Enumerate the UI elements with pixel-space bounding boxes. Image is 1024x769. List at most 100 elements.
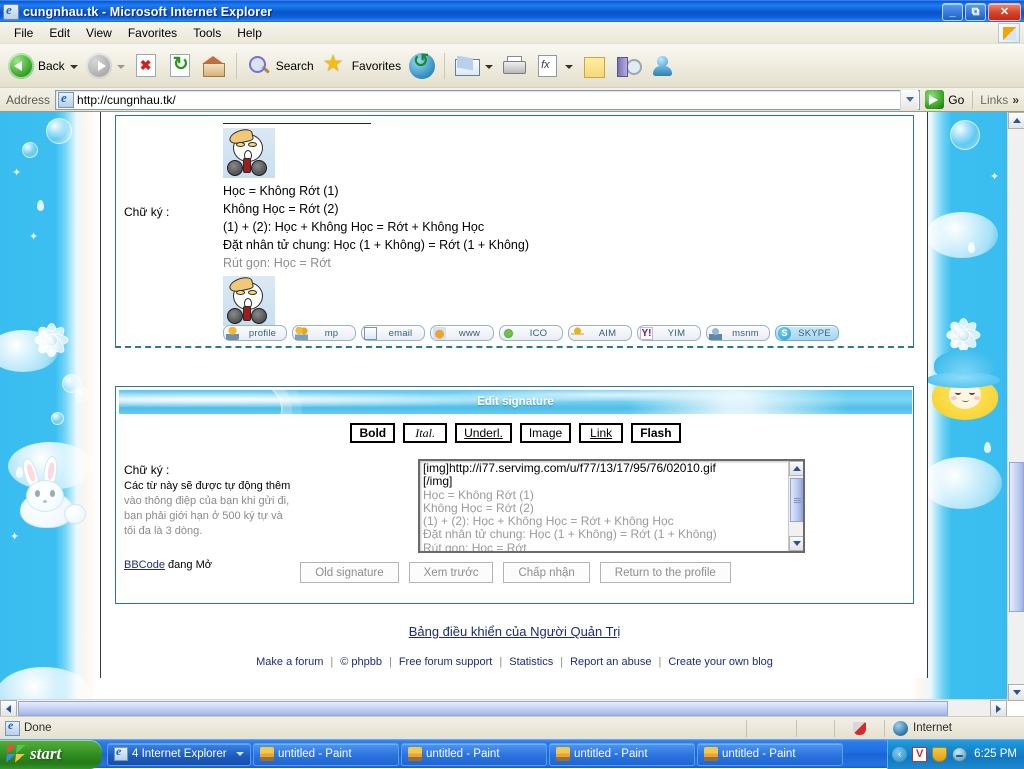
taskbar-item-paint-1[interactable]: untitled - Paint xyxy=(253,742,399,766)
yim-button[interactable]: YIM xyxy=(637,325,701,341)
email-button[interactable]: email xyxy=(361,325,425,341)
italic-button[interactable]: Ital. xyxy=(403,423,448,443)
private-message-button[interactable]: mp xyxy=(292,325,356,341)
address-input[interactable]: http://cungnhau.tk/ xyxy=(55,89,921,110)
scroll-up-button[interactable] xyxy=(1008,112,1024,129)
tray-expand-icon[interactable]: ‹ xyxy=(892,746,908,762)
back-dropdown-icon[interactable] xyxy=(69,65,78,69)
icq-button[interactable]: ICO xyxy=(499,325,563,341)
links-chevron-icon[interactable]: » xyxy=(1012,93,1024,107)
chevron-down-icon[interactable] xyxy=(236,752,244,756)
mail-icon xyxy=(454,53,481,79)
window-controls: _ ⧉ ✕ xyxy=(942,3,1021,21)
print-button[interactable] xyxy=(497,47,531,85)
favorites-button[interactable]: Favorites xyxy=(318,47,405,85)
taskbar-item-internet-explorer[interactable]: 4 Internet Explorer xyxy=(107,742,251,766)
start-button[interactable]: start xyxy=(0,739,102,769)
footer-separator: | xyxy=(388,656,392,668)
menu-item-help[interactable]: Help xyxy=(229,24,270,42)
menu-item-tools[interactable]: Tools xyxy=(185,24,229,42)
taskbar-item-paint-2[interactable]: untitled - Paint xyxy=(401,742,547,766)
mail-dropdown-icon[interactable] xyxy=(485,65,494,69)
search-button[interactable]: Search xyxy=(242,47,318,85)
bold-button[interactable]: Bold xyxy=(350,423,396,443)
stop-button[interactable] xyxy=(129,47,163,85)
submit-button[interactable]: Chấp nhận xyxy=(503,562,590,583)
scroll-left-button[interactable] xyxy=(0,700,17,716)
footer-link-make-a-forum[interactable]: Make a forum xyxy=(256,656,323,668)
aim-button[interactable]: AIM xyxy=(568,325,632,341)
horizontal-scrollbar[interactable] xyxy=(0,699,1007,716)
preview-button[interactable]: Xem trước xyxy=(408,562,494,583)
messenger-button[interactable] xyxy=(645,47,679,85)
security-shield-icon[interactable] xyxy=(932,746,948,762)
footer-link-free-forum-support[interactable]: Free forum support xyxy=(399,656,493,668)
skype-button[interactable]: SKYPE xyxy=(775,325,839,341)
admin-panel-link[interactable]: Bảng điều khiển của Người Quản Trị xyxy=(115,624,914,639)
bubble-decoration xyxy=(75,388,89,402)
address-dropdown-button[interactable] xyxy=(900,89,919,110)
www-label: www xyxy=(458,327,481,339)
history-button[interactable] xyxy=(405,47,439,85)
footer-link-create-your-own-blog[interactable]: Create your own blog xyxy=(668,656,773,668)
minimize-button[interactable]: _ xyxy=(942,3,963,21)
textarea-scroll-down-button[interactable] xyxy=(789,536,803,551)
menu-item-edit[interactable]: Edit xyxy=(41,24,78,42)
security-shield-icon xyxy=(852,721,867,736)
signature-line-5: Rút gọn: Học = Rớt xyxy=(223,256,331,270)
page-favicon-icon xyxy=(58,90,75,108)
menu-item-favorites[interactable]: Favorites xyxy=(120,24,185,42)
mail-button[interactable] xyxy=(450,47,497,85)
taskbar-item-paint-3[interactable]: untitled - Paint xyxy=(549,742,695,766)
bunny-head xyxy=(26,480,64,512)
internet-globe-icon xyxy=(893,720,908,736)
antivirus-v-icon[interactable]: V xyxy=(912,746,928,762)
scroll-right-button[interactable] xyxy=(990,700,1007,716)
flash-button[interactable]: Flash xyxy=(631,423,681,443)
textarea-scrollbar[interactable] xyxy=(788,461,803,551)
msn-button[interactable]: msnm xyxy=(706,325,770,341)
msn-messenger-icon[interactable] xyxy=(952,746,968,762)
profile-button[interactable]: profile xyxy=(223,325,287,341)
vertical-scroll-thumb[interactable] xyxy=(1009,462,1024,612)
footer-link-statistics[interactable]: Statistics xyxy=(509,656,553,668)
menu-item-view[interactable]: View xyxy=(78,24,120,42)
taskbar-item-paint-4[interactable]: untitled - Paint xyxy=(697,742,843,766)
footer-link-report-an-abuse[interactable]: Report an abuse xyxy=(570,656,651,668)
textarea-scroll-thumb[interactable] xyxy=(790,478,803,522)
go-button[interactable]: Go xyxy=(920,90,972,109)
horizontal-scroll-thumb[interactable] xyxy=(18,701,948,716)
edit-button[interactable] xyxy=(531,47,577,85)
home-button[interactable] xyxy=(197,47,231,85)
private-message-icon xyxy=(295,326,308,340)
links-label[interactable]: Links xyxy=(973,93,1012,107)
textarea-scroll-up-button[interactable] xyxy=(789,461,803,476)
restore-icon: ⧉ xyxy=(971,5,980,18)
textarea-line-5: (1) + (2): Học + Không Học = Rớt + Không… xyxy=(423,514,674,529)
system-clock[interactable]: 6:25 PM xyxy=(972,748,1017,760)
back-button[interactable]: Back xyxy=(4,47,82,85)
forward-dropdown-icon[interactable] xyxy=(116,65,125,69)
scroll-down-button[interactable] xyxy=(1008,684,1024,701)
footer-link-phpbb[interactable]: © phpbb xyxy=(340,656,382,668)
edit-dropdown-icon[interactable] xyxy=(565,65,574,69)
research-button[interactable] xyxy=(611,47,645,85)
return-to-profile-button[interactable]: Return to the profile xyxy=(599,562,731,583)
notes-button[interactable] xyxy=(577,47,611,85)
website-button[interactable]: www xyxy=(430,325,494,341)
refresh-button[interactable] xyxy=(163,47,197,85)
girl-hair xyxy=(932,378,998,420)
close-button[interactable]: ✕ xyxy=(988,3,1021,21)
signature-textarea[interactable]: [img]http://i77.servimg.com/u/f77/13/17/… xyxy=(418,459,805,553)
underline-button[interactable]: Underl. xyxy=(455,423,512,443)
restore-button[interactable]: ⧉ xyxy=(965,3,986,21)
image-button[interactable]: Image xyxy=(519,423,572,443)
link-button[interactable]: Link xyxy=(579,423,624,443)
signature-textarea-value: [img]http://i77.servimg.com/u/f77/13/17/… xyxy=(423,461,786,551)
vertical-scrollbar[interactable] xyxy=(1007,112,1024,701)
menu-item-file[interactable]: File xyxy=(6,24,41,42)
taskbar-items: 4 Internet Explorer untitled - Paint unt… xyxy=(102,742,887,766)
sparkle-decoration: ✦ xyxy=(10,531,20,543)
old-signature-button[interactable]: Old signature xyxy=(300,562,399,583)
forward-button[interactable] xyxy=(82,47,129,85)
